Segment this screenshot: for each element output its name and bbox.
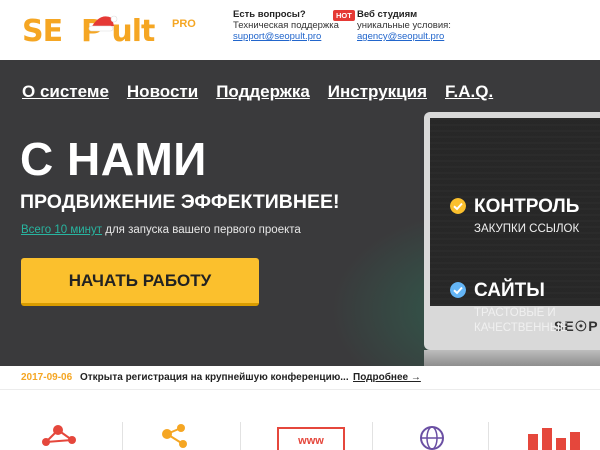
- globe-icon: [420, 426, 444, 450]
- agency-contact: Веб студиям уникальные условия: agency@s…: [357, 9, 451, 42]
- feature-control-title: КОНТРОЛЬ: [474, 196, 580, 217]
- news-text[interactable]: Открыта регистрация на крупнейшую конфер…: [80, 372, 349, 383]
- agency-email-link[interactable]: agency@seopult.pro: [357, 31, 444, 42]
- news-date: 2017-09-06: [21, 372, 73, 383]
- hero-title: С НАМИ: [20, 133, 207, 185]
- start-work-button[interactable]: НАЧАТЬ РАБОТУ: [21, 258, 259, 306]
- nav-item-instruction[interactable]: Инструкция: [328, 82, 427, 102]
- hero-section: О системе Новости Поддержка Инструкция F…: [0, 60, 600, 366]
- share-icon: [162, 424, 187, 448]
- divider: [488, 422, 489, 450]
- support-email-link[interactable]: support@seopult.pro: [233, 31, 321, 42]
- support-subtitle: Техническая поддержка: [233, 20, 339, 31]
- divider: [372, 422, 373, 450]
- hero-note-highlight-link[interactable]: Всего 10 минут: [21, 224, 102, 236]
- check-circle-icon: [450, 282, 466, 298]
- logo-pro-label: PRO: [172, 18, 196, 30]
- chart-icon: [528, 428, 580, 450]
- feature-control-desc: ЗАКУПКИ ССЫЛОК: [474, 223, 580, 235]
- agency-title: Веб студиям: [357, 9, 418, 20]
- news-more-link[interactable]: Подробнее →: [353, 372, 421, 383]
- support-contact: Есть вопросы? Техническая поддержка supp…: [233, 9, 339, 42]
- santa-hat-icon: [88, 15, 118, 32]
- feature-sites-title: САЙТЫ: [474, 280, 545, 301]
- monitor-stand: [424, 350, 600, 366]
- hero-note-text: для запуска вашего первого проекта: [102, 224, 301, 236]
- features-icons-row: www: [0, 390, 600, 450]
- agency-subtitle: уникальные условия:: [357, 20, 451, 31]
- divider: [240, 422, 241, 450]
- support-title: Есть вопросы?: [233, 9, 306, 20]
- hero-subtitle: ПРОДВИЖЕНИЕ ЭФФЕКТИВНЕЕ!: [20, 191, 340, 213]
- hero-note: Всего 10 минут для запуска вашего первог…: [21, 224, 301, 236]
- nav-item-about[interactable]: О системе: [22, 82, 109, 102]
- feature-sites-desc: ТРАСТОВЫЕ И КАЧЕСТВЕННЫЕ: [474, 307, 568, 334]
- hot-badge: HOT: [333, 10, 355, 21]
- svg-text:www: www: [297, 435, 324, 447]
- top-header: SE P ult PRO Есть вопросы? Техническая п…: [0, 0, 600, 60]
- nav-item-faq[interactable]: F.A.Q.: [445, 82, 493, 102]
- check-circle-icon: [450, 198, 466, 214]
- nav-item-support[interactable]: Поддержка: [216, 82, 310, 102]
- network-icon: [42, 425, 76, 446]
- main-nav: О системе Новости Поддержка Инструкция F…: [22, 82, 493, 102]
- www-icon: www: [277, 427, 345, 450]
- news-strip: 2017-09-06 Открыта регистрация на крупне…: [0, 366, 600, 390]
- nav-item-news[interactable]: Новости: [127, 82, 198, 102]
- divider: [122, 422, 123, 450]
